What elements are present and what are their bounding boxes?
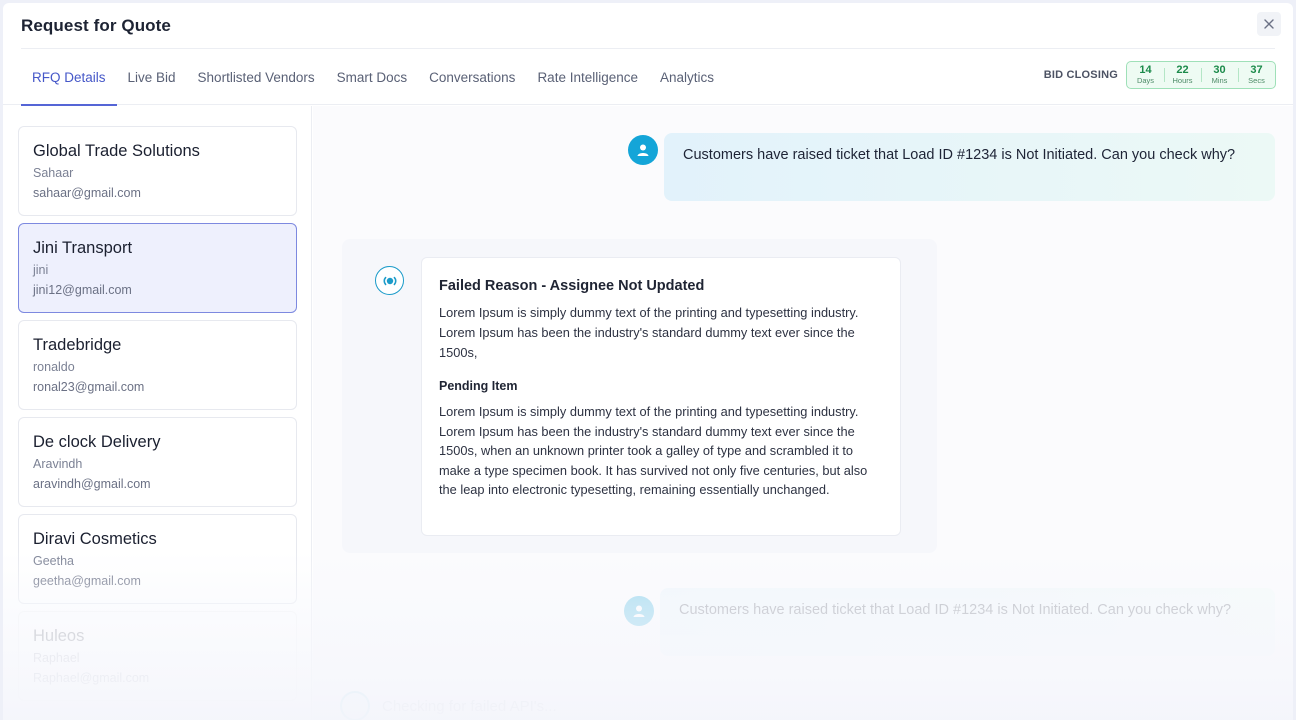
vendor-email: geetha@gmail.com [33, 574, 141, 588]
vendor-card[interactable]: Huleos Raphael Raphael@gmail.com [18, 611, 297, 701]
pending-item-text: Lorem Ipsum is simply dummy text of the … [439, 404, 868, 497]
vendor-email: jini12@gmail.com [33, 283, 132, 297]
vendor-list: Global Trade Solutions Sahaar sahaar@gma… [3, 106, 312, 720]
timer-days-unit: Days [1136, 76, 1155, 85]
vendor-contact: Sahaar [33, 166, 74, 180]
vendor-card[interactable]: Diravi Cosmetics Geetha geetha@gmail.com [18, 514, 297, 604]
vendor-name: De clock Delivery [33, 433, 161, 451]
failed-reason-text: Lorem Ipsum is simply dummy text of the … [439, 305, 859, 360]
vendor-email: aravindh@gmail.com [33, 477, 151, 491]
vendor-name: Tradebridge [33, 336, 122, 354]
modal-body: Global Trade Solutions Sahaar sahaar@gma… [3, 106, 1293, 720]
user-icon [637, 144, 649, 156]
vendor-card[interactable]: Global Trade Solutions Sahaar sahaar@gma… [18, 126, 297, 216]
timer-hours: 22 Hours [1164, 62, 1201, 88]
pending-item-title: Pending Item [439, 379, 518, 393]
vendor-email: sahaar@gmail.com [33, 186, 141, 200]
vendor-card[interactable]: De clock Delivery Aravindh aravindh@gmai… [18, 417, 297, 507]
timer-mins-unit: Mins [1211, 76, 1228, 85]
timer-days-value: 14 [1139, 64, 1152, 76]
bid-countdown-timer: 14 Days 22 Hours 30 Mins 37 Secs [1126, 61, 1276, 89]
status-text: Checking for failed API's... [382, 697, 557, 715]
timer-secs: 37 Secs [1238, 62, 1275, 88]
tab-bar: RFQ Details Live Bid Shortlisted Vendors… [3, 49, 1293, 106]
timer-mins-value: 30 [1213, 64, 1226, 76]
vendor-name: Global Trade Solutions [33, 142, 200, 160]
failed-reason-title: Failed Reason - Assignee Not Updated [439, 278, 705, 294]
close-button[interactable] [1257, 12, 1281, 36]
tab-analytics[interactable]: Analytics [649, 49, 725, 105]
tab-conversations[interactable]: Conversations [418, 49, 526, 105]
timer-hours-value: 22 [1176, 64, 1189, 76]
timer-hours-unit: Hours [1172, 76, 1193, 85]
tab-rfq-details[interactable]: RFQ Details [21, 49, 117, 106]
user-icon [633, 605, 645, 617]
timer-mins: 30 Mins [1201, 62, 1238, 88]
bid-closing-label: BID CLOSING [1043, 69, 1118, 81]
close-icon [1264, 19, 1274, 29]
bot-icon [383, 276, 396, 285]
tab-live-bid[interactable]: Live Bid [117, 49, 187, 105]
timer-secs-value: 37 [1250, 64, 1263, 76]
timer-secs-unit: Secs [1248, 76, 1265, 85]
vendor-name: Jini Transport [33, 239, 133, 257]
modal-title: Request for Quote [21, 16, 171, 35]
conversation-panel: Customers have raised ticket that Load I… [313, 106, 1293, 720]
request-for-quote-modal: Request for Quote RFQ Details Live Bid S… [3, 3, 1293, 720]
tab-rate-intelligence[interactable]: Rate Intelligence [526, 49, 649, 105]
modal-header: Request for Quote [21, 3, 1281, 49]
vendor-contact: Raphael [33, 651, 80, 665]
timer-days: 14 Days [1127, 62, 1164, 88]
vendor-name: Huleos [33, 627, 85, 645]
vendor-email: Raphael@gmail.com [33, 671, 150, 685]
user-avatar [624, 596, 654, 626]
bot-avatar [375, 266, 404, 295]
bid-closing: BID CLOSING 14 Days 22 Hours 30 Mins 37 … [1044, 61, 1276, 89]
status-indicator: Checking for failed API's... [340, 691, 557, 720]
bot-message-card: Failed Reason - Assignee Not Updated Lor… [421, 257, 901, 536]
user-avatar [628, 135, 658, 165]
vendor-email: ronal23@gmail.com [33, 380, 145, 394]
loading-icon [340, 691, 370, 720]
user-message: Customers have raised ticket that Load I… [664, 133, 1275, 201]
bot-response: Failed Reason - Assignee Not Updated Lor… [342, 239, 937, 553]
vendor-contact: Aravindh [33, 457, 83, 471]
vendor-contact: ronaldo [33, 360, 75, 374]
vendor-card[interactable]: Tradebridge ronaldo ronal23@gmail.com [18, 320, 297, 410]
vendor-contact: jini [33, 263, 49, 277]
tabs: RFQ Details Live Bid Shortlisted Vendors… [21, 49, 725, 106]
tab-smart-docs[interactable]: Smart Docs [326, 49, 419, 105]
tab-shortlisted-vendors[interactable]: Shortlisted Vendors [187, 49, 326, 105]
user-message: Customers have raised ticket that Load I… [660, 588, 1275, 656]
vendor-contact: Geetha [33, 554, 75, 568]
vendor-name: Diravi Cosmetics [33, 530, 157, 548]
vendor-card-selected[interactable]: Jini Transport jini jini12@gmail.com [18, 223, 297, 313]
